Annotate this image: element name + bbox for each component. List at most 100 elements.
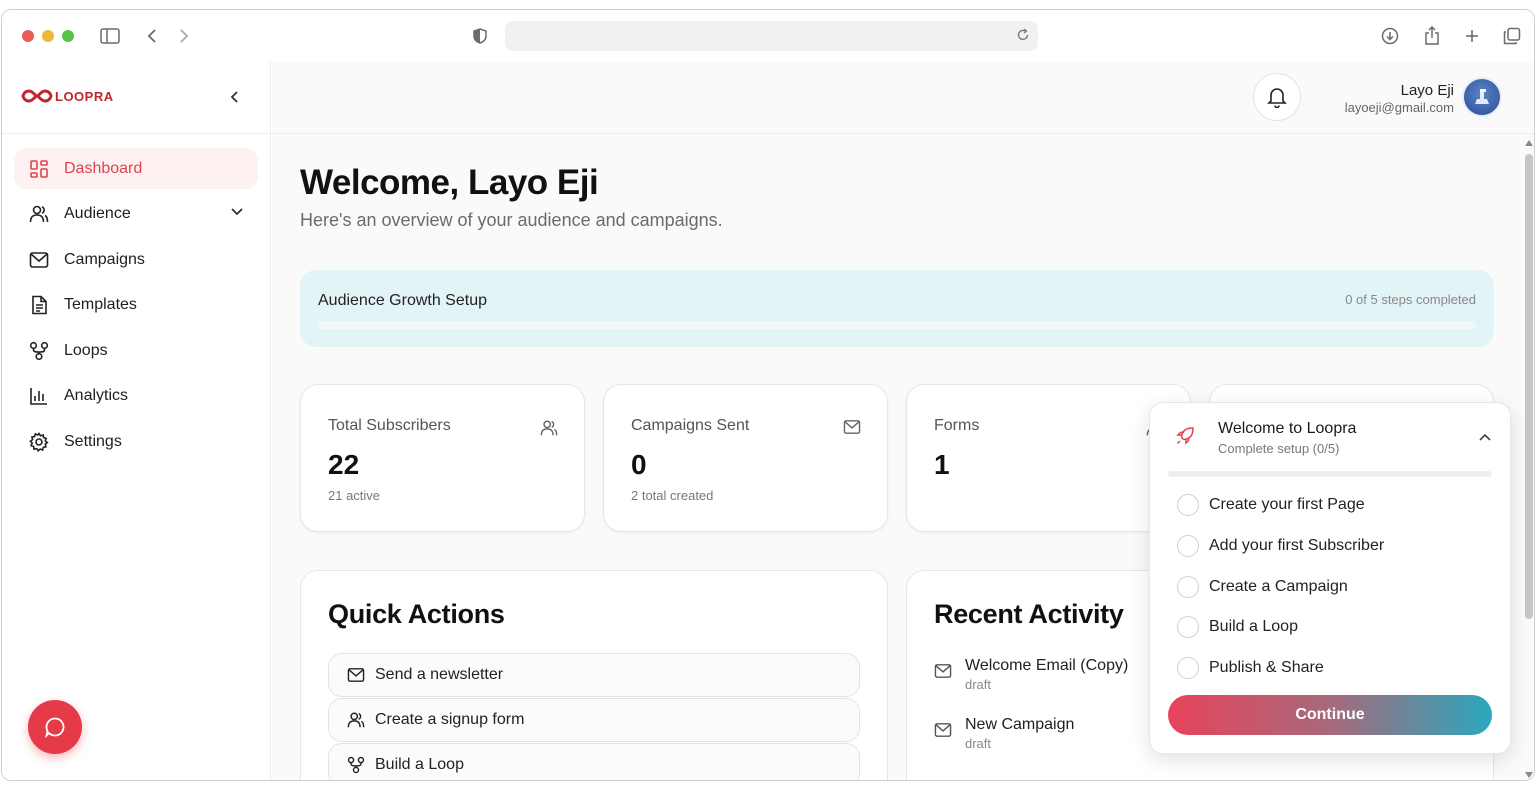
sidebar-toggle-icon[interactable] (98, 24, 122, 48)
reload-icon[interactable] (1016, 28, 1030, 47)
setup-steps-count: 0 of 5 steps completed (1345, 292, 1476, 307)
scrollbar-thumb[interactable] (1525, 154, 1533, 619)
share-icon[interactable] (1420, 24, 1444, 48)
step-label: Publish & Share (1209, 659, 1324, 676)
stat-value: 0 (631, 449, 647, 480)
stat-label: Campaigns Sent (631, 417, 750, 434)
onboarding-title: Welcome to Loopra (1218, 420, 1357, 437)
step-label: Create your first Page (1209, 496, 1365, 513)
continue-button[interactable]: Continue (1168, 695, 1492, 735)
page-subtitle: Here's an overview of your audience and … (300, 210, 723, 230)
collapse-sidebar-button[interactable] (224, 86, 246, 108)
stat-sub: 21 active (328, 488, 381, 503)
mail-icon (347, 667, 365, 683)
sidebar-item-loops[interactable]: Loops (14, 330, 258, 371)
step-checkbox[interactable] (1177, 576, 1199, 598)
chevron-up-icon[interactable] (1478, 429, 1492, 447)
dashboard-icon (28, 158, 50, 180)
chat-button[interactable] (28, 700, 82, 754)
step-checkbox[interactable] (1177, 616, 1199, 638)
mail-icon (28, 249, 50, 271)
step-label: Create a Campaign (1209, 578, 1348, 595)
stat-card-campaigns[interactable]: Campaigns Sent 0 2 total created (603, 384, 888, 532)
browser-toolbar (2, 10, 1534, 62)
notifications-button[interactable] (1253, 73, 1301, 121)
setup-banner[interactable]: Audience Growth Setup 0 of 5 steps compl… (300, 270, 1494, 347)
onboarding-step[interactable]: Create a Campaign (1177, 576, 1348, 598)
gear-icon (28, 431, 50, 453)
build-loop-button[interactable]: Build a Loop (328, 743, 860, 780)
chat-bubble-icon (45, 717, 65, 738)
sidebar-item-label: Campaigns (64, 250, 145, 268)
onboarding-popover: Welcome to Loopra Complete setup (0/5) C… (1149, 402, 1511, 754)
shield-icon[interactable] (468, 24, 492, 48)
quick-action-label: Send a newsletter (375, 666, 504, 683)
setup-title: Audience Growth Setup (318, 292, 487, 309)
activity-item[interactable]: New Campaign draft (934, 716, 1074, 751)
rocket-icon (1176, 427, 1194, 450)
sidebar-item-dashboard[interactable]: Dashboard (14, 148, 258, 189)
bell-icon (1267, 88, 1287, 108)
chevron-down-icon[interactable] (230, 204, 244, 222)
avatar-image-icon (1475, 89, 1489, 104)
users-icon (347, 711, 365, 729)
sidebar-item-label: Templates (64, 296, 137, 313)
quick-actions-title: Quick Actions (328, 599, 505, 629)
user-info[interactable]: Layo Eji layoeji@gmail.com (1345, 82, 1454, 115)
sidebar-item-label: Settings (64, 432, 122, 450)
browser-window: LOOPRA Dashboard Audience Campaigns Temp… (1, 9, 1535, 781)
onboarding-step[interactable]: Add your first Subscriber (1177, 535, 1384, 557)
setup-progress-bar (318, 321, 1476, 329)
maximize-window-button[interactable] (62, 30, 74, 42)
send-newsletter-button[interactable]: Send a newsletter (328, 653, 860, 697)
step-checkbox[interactable] (1177, 657, 1199, 679)
back-icon[interactable] (140, 24, 164, 48)
document-icon (28, 294, 50, 316)
user-email: layoeji@gmail.com (1344, 100, 1454, 115)
stat-card-subscribers[interactable]: Total Subscribers 22 21 active (300, 384, 585, 532)
create-signup-form-button[interactable]: Create a signup form (328, 698, 860, 742)
tabs-overview-icon[interactable] (1500, 24, 1524, 48)
sidebar-item-audience[interactable]: Audience (14, 194, 258, 235)
sidebar: LOOPRA Dashboard Audience Campaigns Temp… (2, 62, 271, 780)
forward-icon[interactable] (172, 24, 196, 48)
new-tab-icon[interactable] (1460, 24, 1484, 48)
sidebar-item-analytics[interactable]: Analytics (14, 376, 258, 417)
onboarding-step[interactable]: Build a Loop (1177, 616, 1298, 638)
window-controls (22, 30, 74, 42)
activity-item[interactable]: Welcome Email (Copy) draft (934, 657, 1128, 692)
stat-value: 22 (328, 449, 360, 480)
recent-activity-title: Recent Activity (934, 599, 1124, 629)
step-checkbox[interactable] (1177, 535, 1199, 557)
chevron-left-icon (230, 91, 238, 103)
sidebar-item-settings[interactable]: Settings (14, 421, 258, 462)
sidebar-item-campaigns[interactable]: Campaigns (14, 239, 258, 280)
avatar[interactable] (1462, 77, 1502, 117)
onboarding-step[interactable]: Create your first Page (1177, 494, 1365, 516)
logo[interactable]: LOOPRA (21, 88, 114, 104)
minimize-window-button[interactable] (42, 30, 54, 42)
address-bar[interactable] (505, 21, 1038, 51)
infinity-logo-icon (21, 89, 53, 103)
quick-action-label: Build a Loop (375, 756, 464, 773)
page-title: Welcome, Layo Eji (300, 163, 599, 202)
onboarding-progress-bar (1168, 471, 1492, 477)
stat-label: Forms (934, 417, 980, 434)
download-icon[interactable] (1378, 24, 1402, 48)
activity-status: draft (965, 677, 992, 692)
stat-value: 1 (934, 449, 950, 480)
onboarding-step[interactable]: Publish & Share (1177, 657, 1324, 679)
activity-title: Welcome Email (Copy) (965, 657, 1129, 674)
users-icon (540, 419, 558, 442)
step-label: Add your first Subscriber (1209, 537, 1385, 554)
sidebar-item-templates[interactable]: Templates (14, 285, 258, 326)
close-window-button[interactable] (22, 30, 34, 42)
activity-title: New Campaign (965, 716, 1075, 733)
user-name: Layo Eji (1400, 82, 1454, 99)
scrollbar[interactable] (1522, 134, 1534, 780)
step-checkbox[interactable] (1177, 494, 1199, 516)
loop-icon (347, 756, 365, 774)
quick-action-label: Create a signup form (375, 711, 525, 728)
onboarding-subtitle: Complete setup (0/5) (1218, 441, 1340, 456)
sidebar-item-label: Dashboard (64, 159, 143, 177)
